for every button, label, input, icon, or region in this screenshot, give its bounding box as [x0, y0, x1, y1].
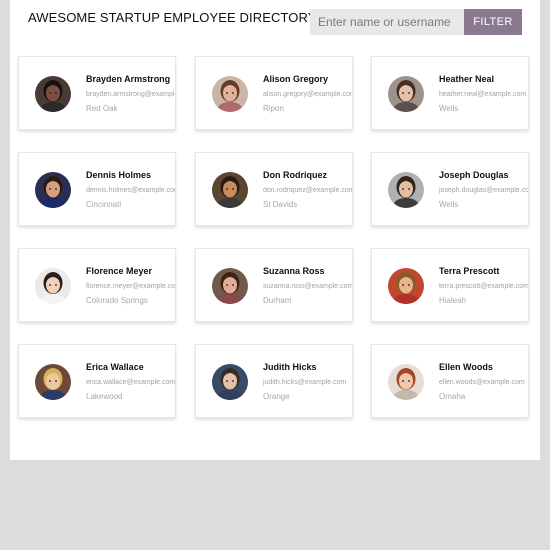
employee-card[interactable]: Erica Wallace erica.wallace@example.com La… [18, 344, 176, 418]
employee-info: Joseph Douglas joseph.douglas@example.com… [439, 169, 529, 210]
header: AWESOME STARTUP EMPLOYEE DIRECTORY FILTE… [10, 0, 540, 46]
employee-email: florence.meyer@example.com [86, 283, 176, 290]
employee-name: Suzanna Ross [263, 266, 325, 276]
employee-name: Erica Wallace [86, 362, 144, 372]
employee-info: Dennis Holmes dennis.holmes@example.com Ci… [86, 169, 176, 210]
employee-name: Heather Neal [439, 74, 495, 84]
employee-info: Ellen Woods ellen.woods@example.com Omaha [439, 361, 528, 402]
employee-card[interactable]: Florence Meyer florence.meyer@example.com… [18, 248, 176, 322]
employee-email: joseph.douglas@example.com [439, 187, 529, 194]
employee-card[interactable]: Brayden Armstrong brayden.armstrong@examp… [18, 56, 176, 130]
employee-info: Alison Gregory alison.gregory@example.com… [263, 73, 353, 114]
employee-city: Lakewood [86, 392, 123, 401]
avatar [388, 172, 424, 208]
directory-page: AWESOME STARTUP EMPLOYEE DIRECTORY FILTE… [10, 0, 540, 460]
employee-email: erica.wallace@example.com [86, 379, 176, 386]
avatar [35, 172, 71, 208]
employee-email: alison.gregory@example.com [263, 91, 353, 98]
employee-city: Hialeah [439, 296, 467, 305]
employee-card[interactable]: Suzanna Ross suzanna.ross@example.com Durh… [195, 248, 353, 322]
employee-info: Brayden Armstrong brayden.armstrong@examp… [86, 73, 175, 114]
avatar [212, 364, 248, 400]
page-title: AWESOME STARTUP EMPLOYEE DIRECTORY [28, 10, 317, 25]
employee-name: Don Rodriquez [263, 170, 327, 180]
employee-info: Florence Meyer florence.meyer@example.com… [86, 265, 176, 306]
employee-name: Terra Prescott [439, 266, 500, 276]
search-input[interactable] [310, 9, 464, 35]
employee-city: Omaha [439, 392, 466, 401]
employee-name: Dennis Holmes [86, 170, 152, 180]
employee-city: St Davids [263, 200, 298, 209]
employee-card[interactable]: Joseph Douglas joseph.douglas@example.com… [371, 152, 529, 226]
employee-card[interactable]: Dennis Holmes dennis.holmes@example.com Ci… [18, 152, 176, 226]
employee-city: Wells [439, 200, 459, 209]
employee-name: Florence Meyer [86, 266, 153, 276]
avatar [35, 268, 71, 304]
employee-info: Terra Prescott terra.prescott@example.com… [439, 265, 529, 306]
employee-email: ellen.woods@example.com [439, 379, 525, 386]
employee-email: don.rodriquez@example.com [263, 187, 353, 194]
filter-button[interactable]: FILTER [464, 9, 522, 35]
employee-city: Wells [439, 104, 459, 113]
employee-info: Suzanna Ross suzanna.ross@example.com Durh… [263, 265, 353, 306]
employee-email: terra.prescott@example.com [439, 283, 529, 290]
employee-city: Colorado Springs [86, 296, 148, 305]
employee-info: Judith Hicks judith.hicks@example.com Oran… [263, 361, 352, 402]
employee-card[interactable]: Judith Hicks judith.hicks@example.com Oran… [195, 344, 353, 418]
avatar [388, 76, 424, 112]
employee-email: judith.hicks@example.com [263, 379, 347, 386]
employee-city: Orange [263, 392, 290, 401]
avatar [35, 364, 71, 400]
employee-city: Cincinnati [86, 200, 122, 209]
employee-name: Joseph Douglas [439, 170, 509, 180]
employee-email: dennis.holmes@example.com [86, 187, 176, 194]
employee-email: suzanna.ross@example.com [263, 283, 353, 290]
employee-name: Judith Hicks [263, 362, 317, 372]
employee-info: Don Rodriquez don.rodriquez@example.com St… [263, 169, 353, 210]
employee-info: Heather Neal heather.neal@example.com Well… [439, 73, 528, 114]
employee-email: brayden.armstrong@example.com [86, 91, 175, 98]
employee-name: Ellen Woods [439, 362, 493, 372]
employee-card[interactable]: Don Rodriquez don.rodriquez@example.com St… [195, 152, 353, 226]
avatar [388, 268, 424, 304]
avatar [388, 364, 424, 400]
avatar [212, 172, 248, 208]
avatar [35, 76, 71, 112]
employee-name: Alison Gregory [263, 74, 329, 84]
employee-card[interactable]: Terra Prescott terra.prescott@example.com… [371, 248, 529, 322]
employee-city: Red Oak [86, 104, 118, 113]
employee-email: heather.neal@example.com [439, 91, 527, 98]
employee-city: Durham [263, 296, 292, 305]
employee-card[interactable]: Alison Gregory alison.gregory@example.com… [195, 56, 353, 130]
employee-city: Ripon [263, 104, 284, 113]
avatar [212, 268, 248, 304]
employee-card[interactable]: Heather Neal heather.neal@example.com Well… [371, 56, 529, 130]
avatar [212, 76, 248, 112]
employee-card[interactable]: Ellen Woods ellen.woods@example.com Omaha [371, 344, 529, 418]
employee-info: Erica Wallace erica.wallace@example.com La… [86, 361, 176, 402]
employee-name: Brayden Armstrong [86, 74, 171, 84]
